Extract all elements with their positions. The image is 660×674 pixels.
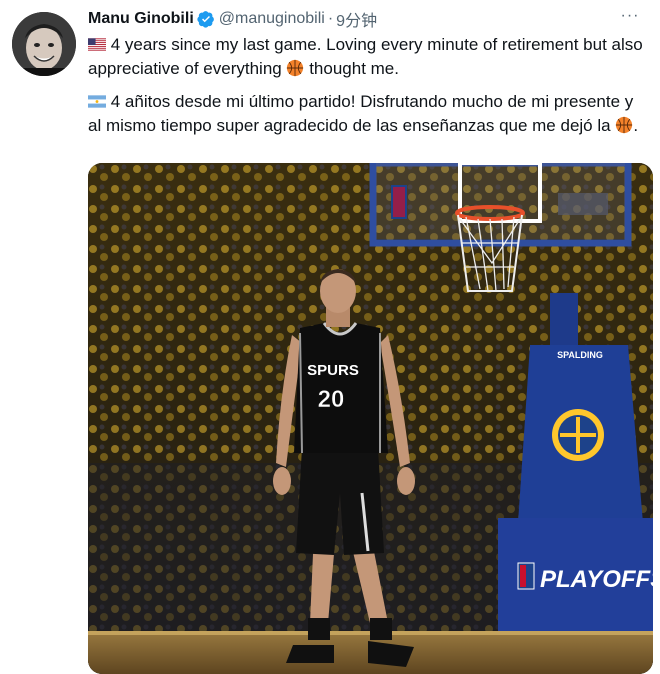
playoffs-text: PLAYOFFS	[540, 566, 653, 593]
tweet-photo[interactable]: SPALDING PLAYOFF SPURS 20	[88, 163, 653, 674]
tweet-text-es-part1: 4 añitos desde mi último partido! Disfru…	[88, 92, 634, 135]
us-flag-emoji	[88, 38, 106, 51]
jersey-number-text: 20	[318, 386, 345, 413]
backboard	[369, 163, 632, 247]
avatar-portrait	[12, 12, 76, 76]
tweet-text-english: 4 years since my last game. Loving every…	[88, 33, 648, 81]
tweet-text-es-part2: .	[633, 116, 639, 135]
tweet-timestamp[interactable]: 9分钟	[336, 7, 377, 31]
author-avatar[interactable]	[12, 12, 76, 76]
tweet-text-spanish: 4 añitos desde mi último partido! Disfru…	[88, 90, 648, 138]
basketball-photo: SPALDING PLAYOFF SPURS 20	[88, 163, 653, 674]
header-separator: ·	[327, 10, 334, 27]
tweet-card[interactable]: Manu Ginobili @manuginobili · 9分钟 ··· 4 …	[0, 0, 660, 674]
tweet-text-en-part2: thought me.	[309, 59, 399, 78]
jersey-team-text: SPURS	[307, 362, 359, 379]
stanchion-brand-text: SPALDING	[557, 350, 603, 360]
more-options-icon[interactable]: ···	[618, 8, 642, 30]
basketball-emoji	[287, 59, 304, 77]
author-handle[interactable]: @manuginobili	[219, 10, 325, 28]
author-name[interactable]: Manu Ginobili	[88, 10, 194, 28]
verified-badge-icon	[197, 11, 214, 28]
argentina-flag-emoji	[88, 95, 106, 108]
tweet-text: 4 years since my last game. Loving every…	[88, 33, 648, 138]
basketball-emoji	[616, 116, 633, 134]
tweet-header: Manu Ginobili @manuginobili · 9分钟 ···	[88, 7, 648, 31]
